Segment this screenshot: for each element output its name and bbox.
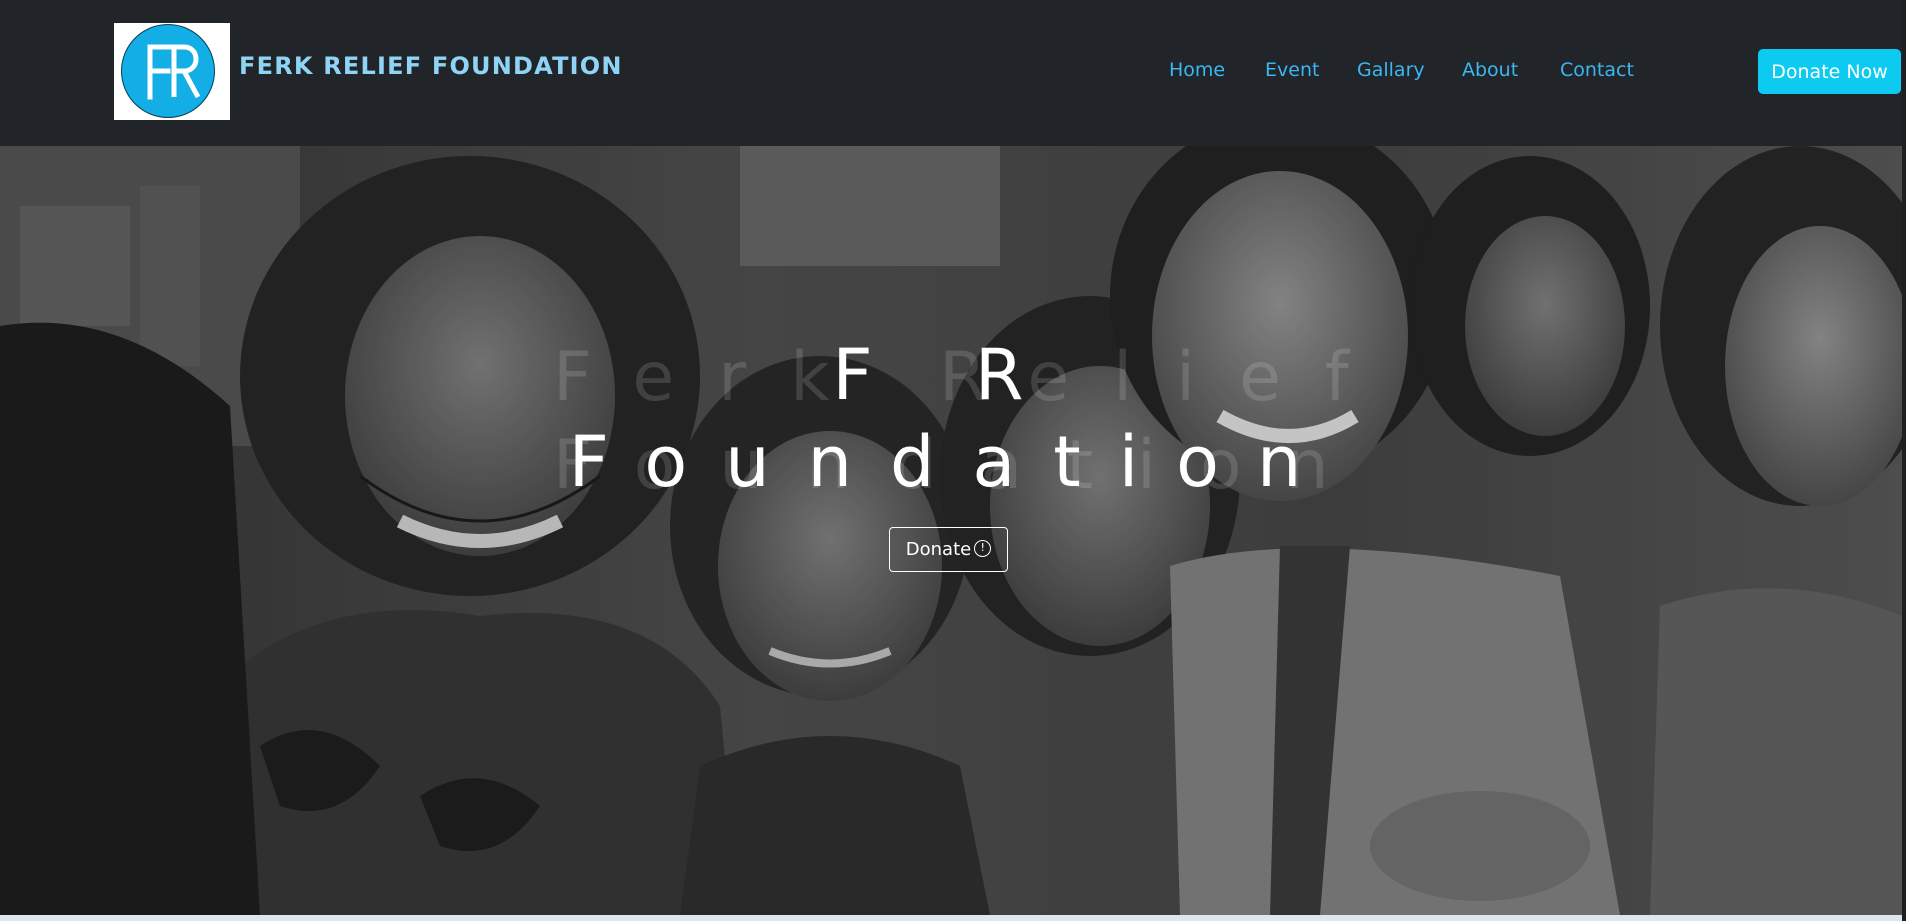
nav-link-home[interactable]: Home	[1169, 59, 1225, 81]
hero-donate-label: Donate	[905, 539, 972, 560]
hero-title-line-1: F R	[832, 334, 1064, 416]
hero-section: Ferk Relief Foundation F R Foundation Do…	[0, 146, 1902, 915]
logo-emblem	[121, 24, 215, 118]
logo-fr-icon	[147, 44, 201, 100]
hero-donate-button[interactable]: Donate!	[889, 527, 1008, 572]
hero-title-line-2: Foundation	[568, 421, 1340, 503]
nav-link-event[interactable]: Event	[1265, 59, 1319, 81]
scrollbar[interactable]	[1902, 0, 1906, 921]
nav-link-gallary[interactable]: Gallary	[1357, 59, 1425, 81]
logo[interactable]	[114, 23, 230, 120]
donate-now-button[interactable]: Donate Now	[1758, 49, 1901, 94]
info-icon: !	[974, 539, 992, 557]
navbar: FERK RELIEF FOUNDATION Home Event Gallar…	[0, 0, 1906, 146]
nav-link-about[interactable]: About	[1462, 59, 1518, 81]
brand-name[interactable]: FERK RELIEF FOUNDATION	[239, 52, 623, 80]
nav-link-contact[interactable]: Contact	[1560, 59, 1634, 81]
